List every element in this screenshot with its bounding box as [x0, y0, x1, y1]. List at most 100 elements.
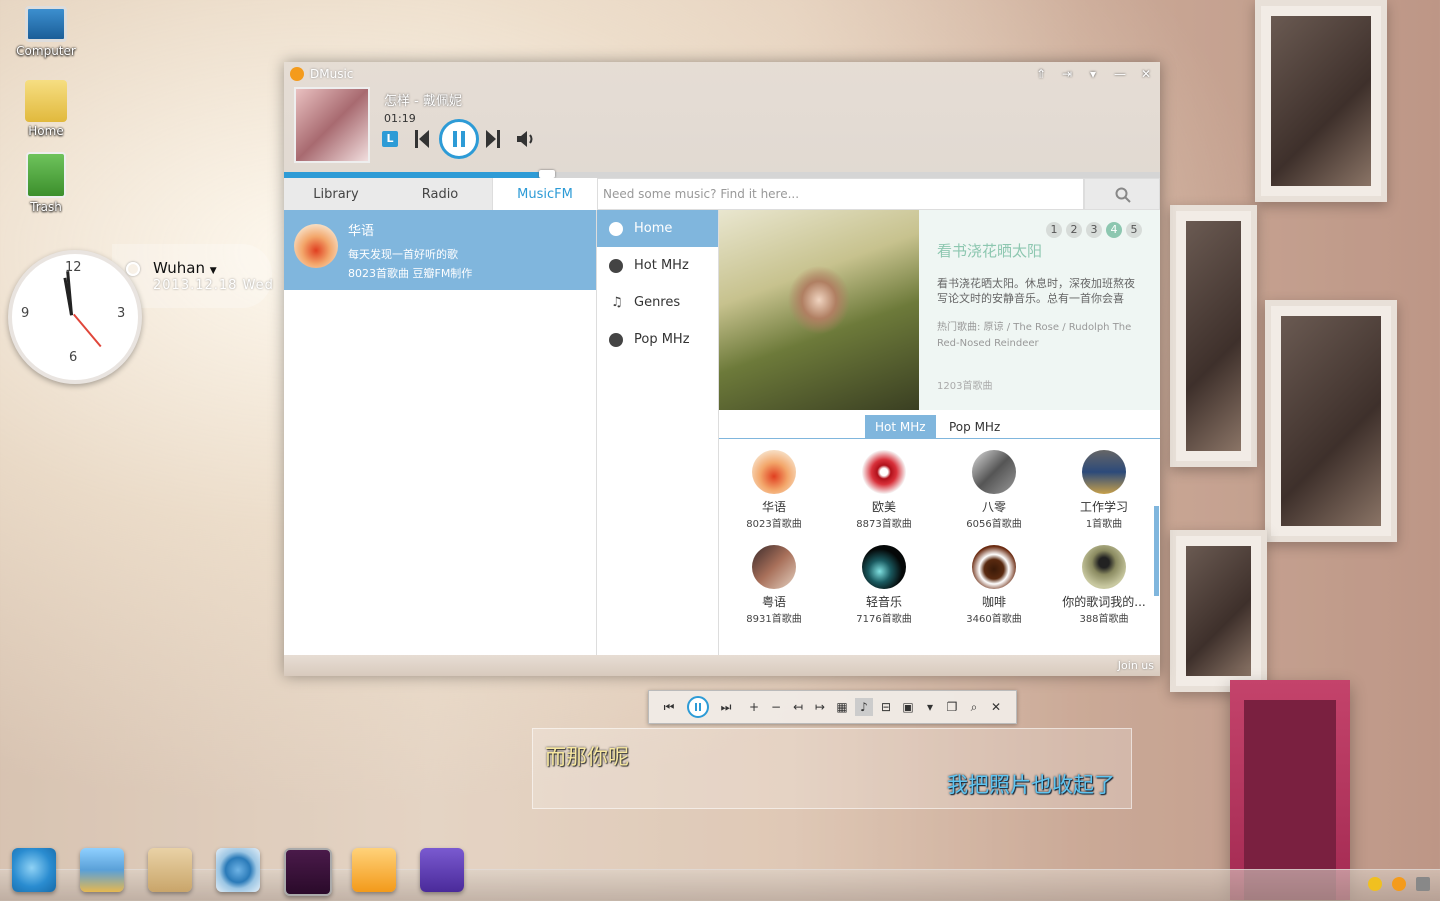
channel-item[interactable]: 咖啡 3460首歌曲	[939, 545, 1049, 625]
grid-icon[interactable]: ▦	[833, 698, 851, 716]
lyric-line-2: 我把照片也收起了	[947, 773, 1115, 797]
channel-count: 388首歌曲	[1079, 614, 1129, 625]
plus-icon[interactable]: +	[745, 698, 763, 716]
nav-item-hot-mhz[interactable]: Hot MHz	[597, 247, 718, 284]
mini-mode-icon[interactable]: ⇥	[1059, 66, 1075, 82]
banner-page-2[interactable]: 2	[1066, 222, 1082, 238]
channel-item[interactable]: 轻音乐 7176首歌曲	[829, 545, 939, 625]
image-viewer-icon[interactable]	[80, 848, 124, 892]
nav-label: Home	[634, 221, 673, 236]
banner-image[interactable]	[719, 210, 919, 410]
channel-item[interactable]: 粤语 8931首歌曲	[719, 545, 829, 625]
banner-page-5[interactable]: 5	[1126, 222, 1142, 238]
channel-name: 华语	[761, 500, 786, 514]
tab-musicfm[interactable]: MusicFM	[492, 178, 597, 210]
tab-hot-mhz[interactable]: Hot MHz	[865, 415, 936, 438]
browser-icon[interactable]	[216, 848, 260, 892]
lock-icon[interactable]: ▣	[899, 698, 917, 716]
clock-city[interactable]: Wuhan ▼	[153, 259, 217, 277]
banner-song-count: 1203首歌曲	[937, 381, 993, 392]
dropdown-icon[interactable]: ▾	[921, 698, 939, 716]
nav-item-genres[interactable]: ♫ Genres	[597, 284, 718, 321]
wall-photo-frame	[1265, 300, 1397, 542]
clock-date: 2013.12.18 Wed	[153, 278, 274, 293]
editor-icon[interactable]	[420, 848, 464, 892]
previous-icon[interactable]: ⏮	[660, 698, 678, 716]
now-playing-title: 怎样 - 戴佩妮	[384, 94, 462, 109]
desktop-icon-label: Trash	[30, 200, 62, 214]
mini-toolbar: ⏮ ⏭ + − ↤ ↦ ▦ ♪ ⊟ ▣ ▾ ❐ ⌕ ✕	[648, 690, 1017, 724]
pause-icon[interactable]	[687, 696, 709, 718]
scrollbar[interactable]	[1154, 506, 1159, 596]
channel-avatar	[972, 545, 1016, 589]
channel-name: 欧美	[871, 500, 896, 514]
dmusic-logo-icon	[290, 67, 304, 81]
nav-item-pop-mhz[interactable]: Pop MHz	[597, 321, 718, 358]
next-icon[interactable]: ⏭	[717, 698, 735, 716]
volume-button[interactable]	[516, 130, 536, 151]
karaoke-icon[interactable]: ♪	[855, 698, 873, 716]
channel-avatar	[1082, 545, 1126, 589]
minus-icon[interactable]: −	[767, 698, 785, 716]
channel-item[interactable]: 欧美 8873首歌曲	[829, 450, 939, 530]
desktop-icon-home[interactable]: Home	[10, 80, 82, 138]
chevron-down-icon: ▼	[209, 266, 217, 276]
desktop-icon-computer[interactable]: Computer	[10, 6, 82, 58]
tab-radio[interactable]: Radio	[388, 178, 492, 210]
album-cover[interactable]	[294, 87, 370, 163]
close-icon[interactable]: ✕	[1138, 66, 1154, 82]
channel-avatar	[862, 545, 906, 589]
player-header: DMusic ⇑ ⇥ ▾ — ✕ 怎样 - 戴佩妮 01:19 L	[284, 62, 1160, 172]
chat-icon[interactable]	[1368, 877, 1382, 891]
close-icon[interactable]: ✕	[987, 698, 1005, 716]
wall-photo-frame	[1170, 530, 1267, 692]
minimize-icon[interactable]: —	[1112, 66, 1128, 82]
dmusic-icon[interactable]	[352, 848, 396, 892]
nav-item-home[interactable]: Home	[597, 210, 718, 247]
keyboard-icon[interactable]	[1416, 877, 1430, 891]
elapsed-time: 01:19	[384, 112, 416, 125]
desktop-icon-trash[interactable]: Trash	[10, 152, 82, 214]
tab-library[interactable]: Library	[284, 178, 388, 210]
station-avatar	[294, 224, 338, 268]
desktop-icon-label: Computer	[16, 44, 76, 58]
banner-page-1[interactable]: 1	[1046, 222, 1062, 238]
next-track-button[interactable]	[485, 129, 501, 152]
list-item[interactable]: 华语 每天发现一首好听的歌 8023首歌曲 豆瓣FM制作	[284, 210, 596, 290]
lyric-back-icon[interactable]: ↤	[789, 698, 807, 716]
window-icon[interactable]: ❐	[943, 698, 961, 716]
channel-count: 8023首歌曲	[746, 519, 802, 530]
desktop-lyrics[interactable]: 而那你呢 我把照片也收起了	[532, 728, 1132, 809]
channel-item[interactable]: 工作学习 1首歌曲	[1049, 450, 1159, 530]
channel-avatar	[1082, 450, 1126, 494]
dmusic-tray-icon[interactable]	[1392, 877, 1406, 891]
skin-icon[interactable]: ⇑	[1033, 66, 1049, 82]
banner-panel[interactable]: 1 2 3 4 5 看书浇花晒太阳 看书浇花晒太阳。休息时，深夜加班熬夜写论文时…	[919, 210, 1160, 410]
banner-page-3[interactable]: 3	[1086, 222, 1102, 238]
channel-item[interactable]: 华语 8023首歌曲	[719, 450, 829, 530]
search-button[interactable]	[1084, 178, 1160, 210]
join-us-link[interactable]: Join us	[1118, 659, 1154, 672]
banner-description: 看书浇花晒太阳。休息时，深夜加班熬夜写论文时的安静音乐。总有一首你会喜	[937, 277, 1135, 305]
single-line-icon[interactable]: ⊟	[877, 698, 895, 716]
main-tabs: Library Radio MusicFM	[284, 178, 597, 211]
clock-numeral: 6	[69, 350, 78, 365]
previous-track-button[interactable]	[414, 129, 430, 152]
station-meta: 8023首歌曲 豆瓣FM制作	[348, 267, 473, 280]
progress-handle[interactable]	[539, 170, 555, 178]
channel-item[interactable]: 八零 6056首歌曲	[939, 450, 1049, 530]
lyric-forward-icon[interactable]: ↦	[811, 698, 829, 716]
channel-item[interactable]: 你的歌词我的... 388首歌曲	[1049, 545, 1159, 625]
file-manager-icon[interactable]	[148, 848, 192, 892]
clock-toggle[interactable]	[126, 262, 140, 276]
menu-icon[interactable]: ▾	[1085, 66, 1101, 82]
terminal-icon[interactable]	[284, 848, 332, 896]
pause-button[interactable]	[439, 119, 479, 159]
banner-page-4[interactable]: 4	[1106, 222, 1122, 238]
tab-pop-mhz[interactable]: Pop MHz	[939, 415, 1010, 438]
search-input[interactable]: Need some music? Find it here...	[597, 178, 1084, 210]
launcher-icon[interactable]	[12, 848, 56, 892]
lyrics-toggle-button[interactable]: L	[382, 131, 398, 147]
channel-count: 8873首歌曲	[856, 519, 912, 530]
search-icon[interactable]: ⌕	[965, 698, 983, 716]
